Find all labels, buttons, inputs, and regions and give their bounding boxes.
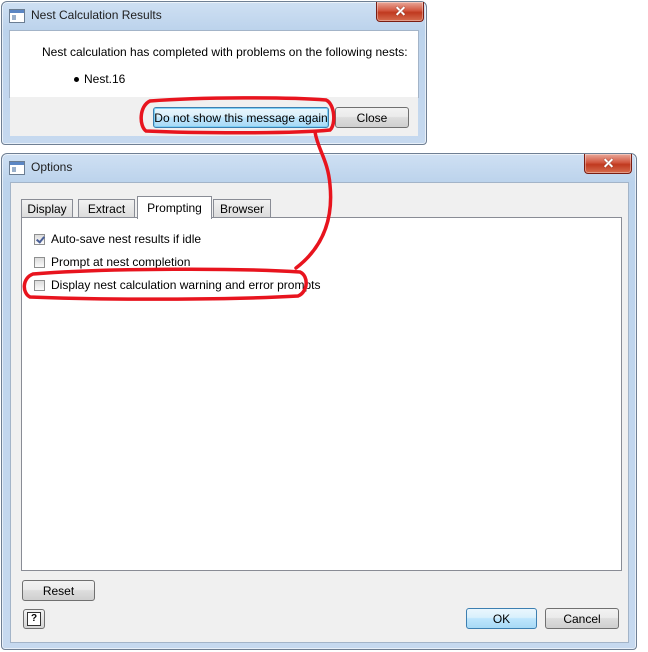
prompt-completion-checkbox[interactable] xyxy=(34,256,45,268)
prompting-panel: Auto-save nest results if idle Prompt at… xyxy=(21,217,622,571)
nest-results-message: Nest calculation has completed with prob… xyxy=(42,45,408,59)
prompt-completion-option[interactable]: Prompt at nest completion xyxy=(34,255,190,269)
tab-prompting[interactable]: Prompting xyxy=(137,196,212,219)
display-warnings-label[interactable]: Display nest calculation warning and err… xyxy=(51,278,320,292)
options-dialog: Options Display Extract Prompting Browse… xyxy=(1,153,637,650)
nest-results-message-area: Nest calculation has completed with prob… xyxy=(9,30,419,98)
window-icon xyxy=(9,161,25,175)
cancel-button[interactable]: Cancel xyxy=(545,608,619,629)
display-warnings-checkbox[interactable] xyxy=(34,279,45,291)
dont-show-again-button[interactable]: Do not show this message again xyxy=(153,107,329,128)
nest-results-titlebar[interactable]: Nest Calculation Results xyxy=(2,2,426,30)
close-window-icon[interactable] xyxy=(584,154,632,174)
bullet-icon xyxy=(74,76,79,82)
nest-results-button-bar: Do not show this message again Close xyxy=(10,97,418,136)
nest-results-dialog: Nest Calculation Results Nest calculatio… xyxy=(1,1,427,145)
options-titlebar[interactable]: Options xyxy=(2,154,636,182)
close-button[interactable]: Close xyxy=(335,107,409,128)
ok-button[interactable]: OK xyxy=(466,608,537,629)
tab-extract[interactable]: Extract xyxy=(78,199,135,217)
options-body: Display Extract Prompting Browser Auto-s… xyxy=(10,182,629,643)
help-icon: ? xyxy=(27,612,41,626)
nest-name: Nest.16 xyxy=(84,72,126,86)
nest-results-title: Nest Calculation Results xyxy=(31,8,162,22)
prompt-completion-label[interactable]: Prompt at nest completion xyxy=(51,255,190,269)
nest-list-item: Nest.16 xyxy=(74,72,125,86)
display-warnings-option[interactable]: Display nest calculation warning and err… xyxy=(34,278,320,292)
reset-button[interactable]: Reset xyxy=(22,580,95,601)
help-button[interactable]: ? xyxy=(23,609,45,629)
autosave-option[interactable]: Auto-save nest results if idle xyxy=(34,232,201,246)
autosave-checkbox[interactable] xyxy=(34,233,45,245)
tab-display[interactable]: Display xyxy=(21,199,73,217)
window-icon xyxy=(9,9,25,23)
tab-browser[interactable]: Browser xyxy=(213,199,271,217)
options-title: Options xyxy=(31,160,73,174)
autosave-label[interactable]: Auto-save nest results if idle xyxy=(51,232,201,246)
close-window-icon[interactable] xyxy=(376,2,424,22)
